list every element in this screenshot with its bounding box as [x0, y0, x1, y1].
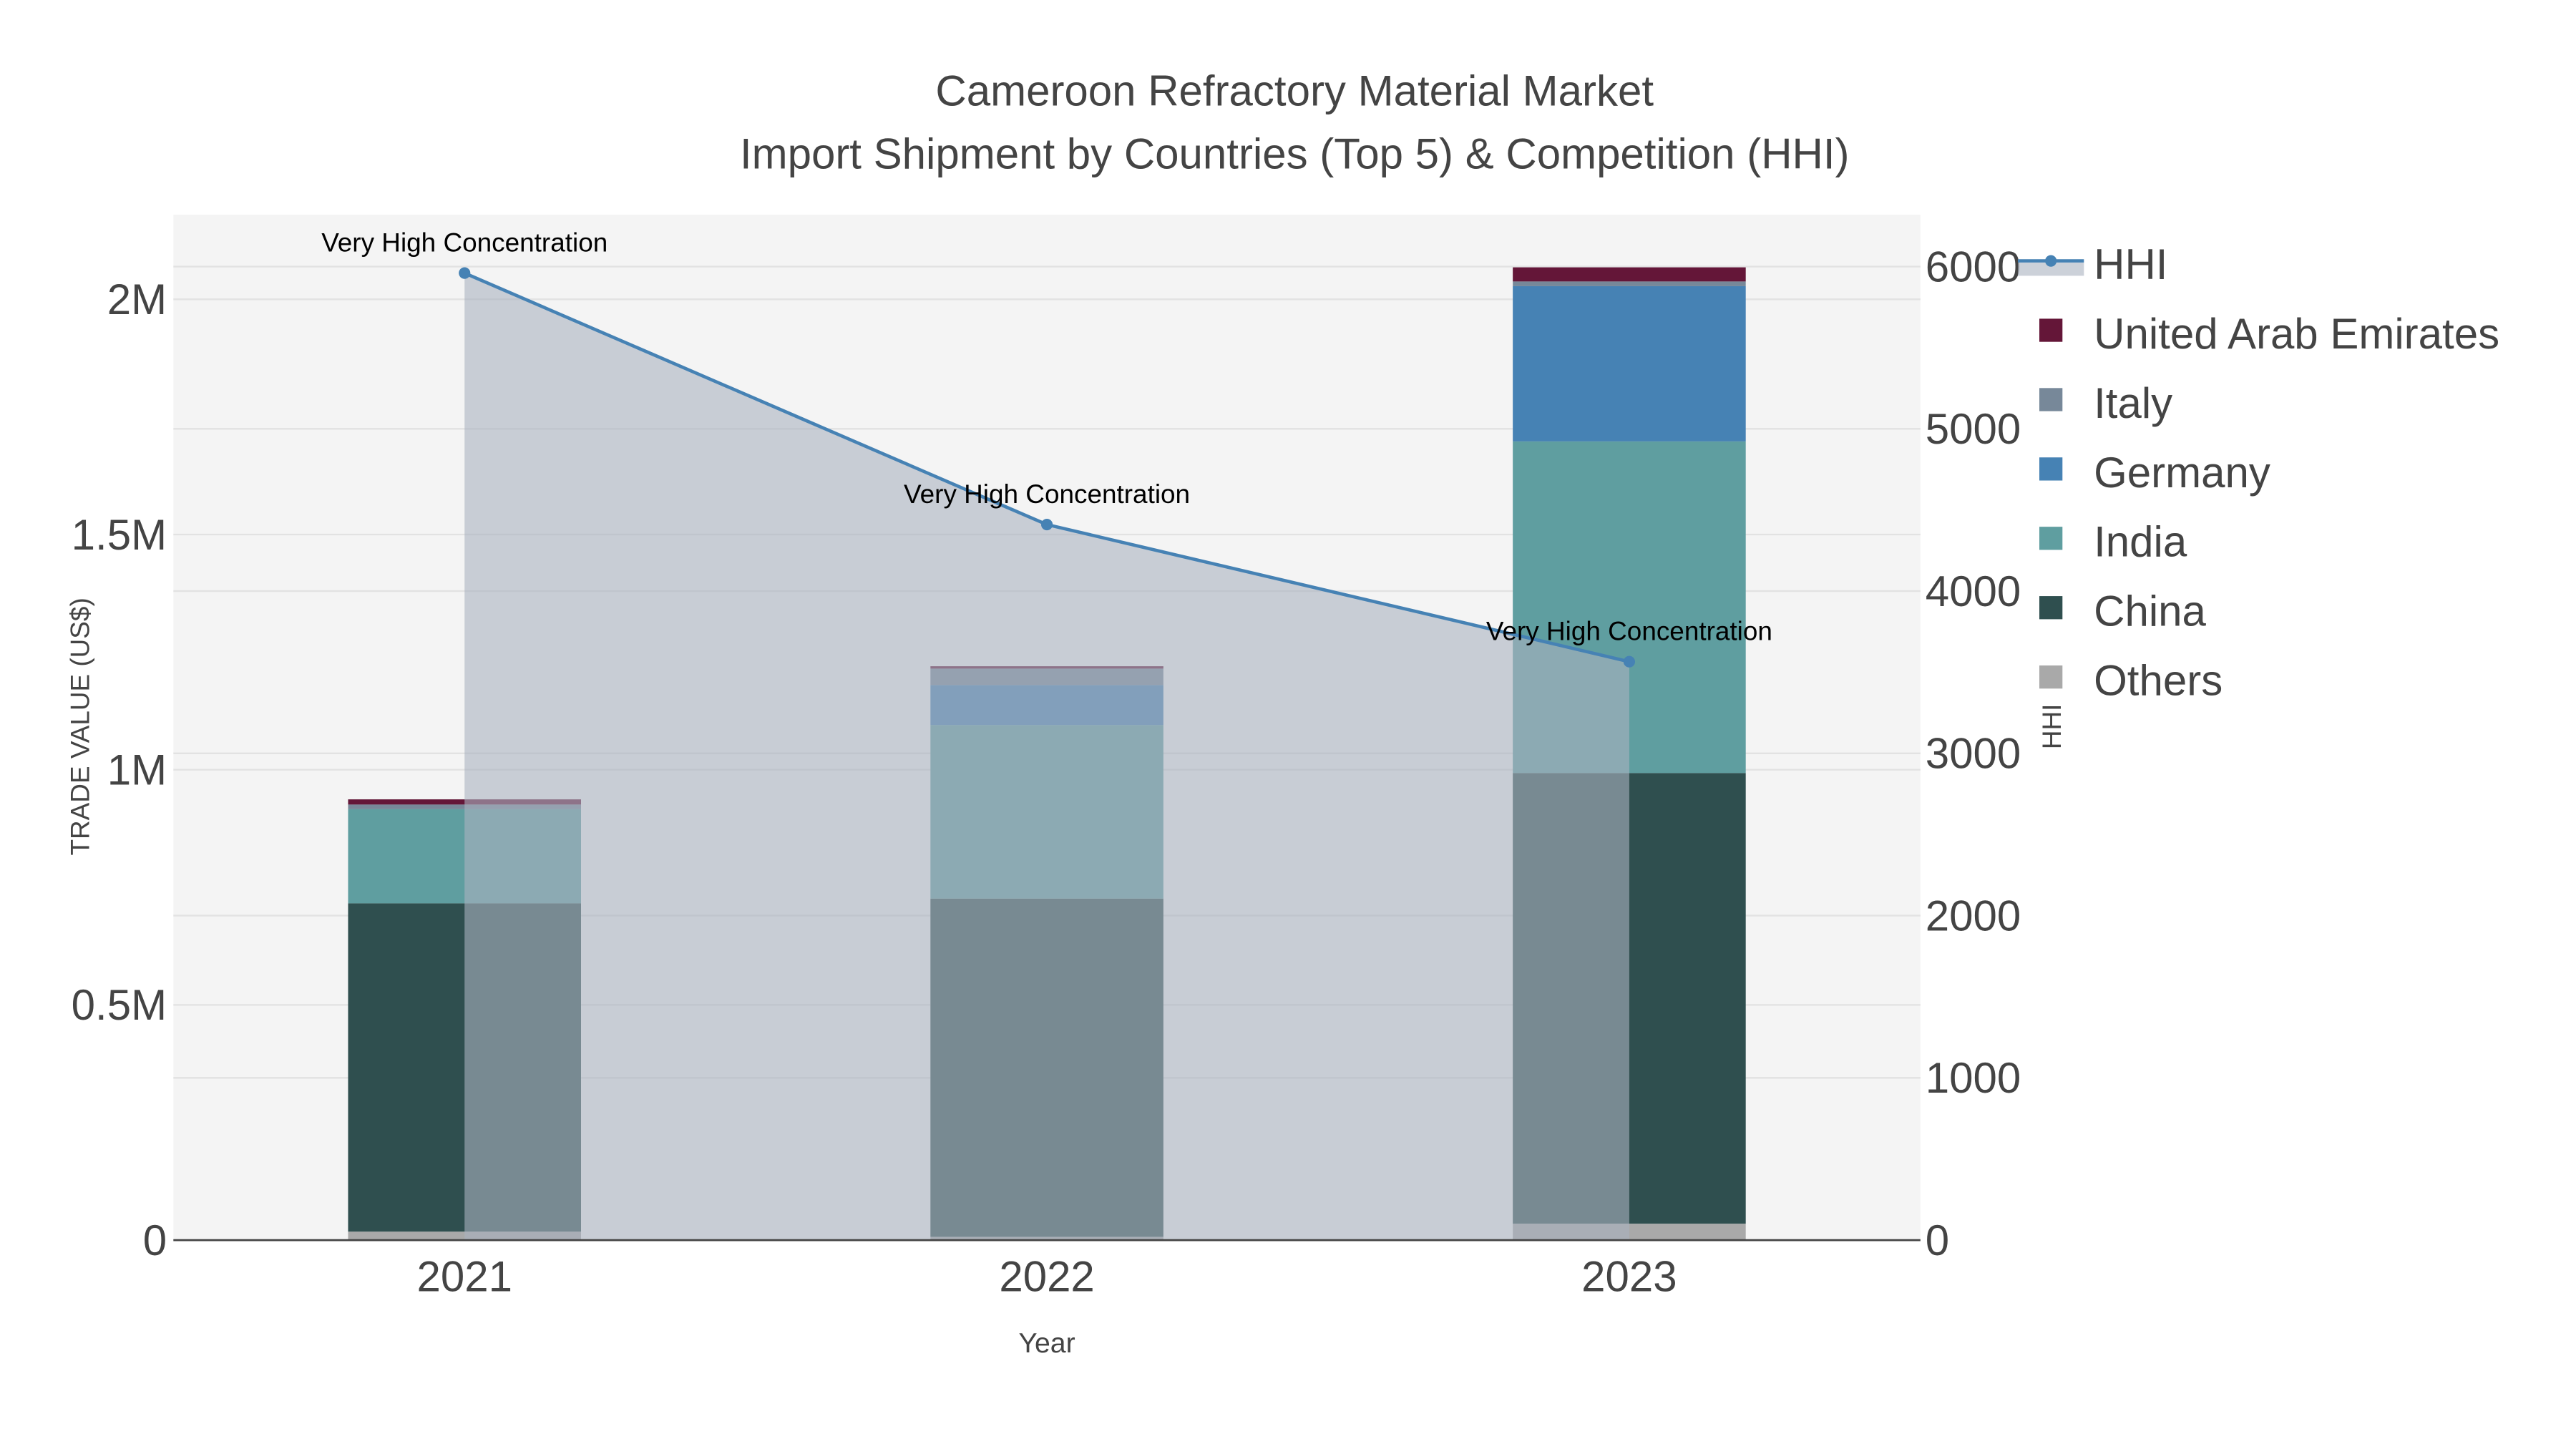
legend-swatch: [2039, 457, 2063, 481]
y-tick-label: 0.5M: [72, 981, 167, 1029]
y2-tick-label: 4000: [1926, 567, 2021, 615]
legend-swatch: [2039, 318, 2063, 342]
chart-subtitle: Import Shipment by Countries (Top 5) & C…: [740, 130, 1850, 177]
legend-label: India: [2094, 518, 2187, 566]
legend-label: Italy: [2094, 379, 2172, 427]
legend-item-china[interactable]: China: [2039, 587, 2207, 635]
x-tick-label: 2022: [999, 1253, 1094, 1301]
y2-tick-label: 6000: [1926, 243, 2021, 291]
legend-item-others[interactable]: Others: [2039, 657, 2223, 705]
legend-label: United Arab Emirates: [2094, 310, 2499, 358]
legend-item-united-arab-emirates[interactable]: United Arab Emirates: [2039, 310, 2499, 358]
chart-title: Cameroon Refractory Material Market: [935, 67, 1654, 115]
y2-tick-label: 0: [1926, 1216, 1949, 1264]
x-axis-label: Year: [1018, 1327, 1075, 1359]
y-axis-label: TRADE VALUE (US$): [66, 597, 95, 855]
hhi-annotation: Very High Concentration: [904, 479, 1190, 509]
legend-swatch: [2039, 665, 2063, 689]
legend-item-hhi[interactable]: HHI: [2017, 240, 2167, 288]
legend-swatch-marker: [2045, 255, 2057, 267]
bar-germany-2023[interactable]: [1513, 286, 1746, 441]
y-tick-label: 0: [143, 1216, 167, 1264]
y-tick-label: 1.5M: [72, 511, 167, 559]
legend-swatch: [2039, 596, 2063, 620]
x-tick-label: 2023: [1581, 1253, 1677, 1301]
chart: Cameroon Refractory Material Market Impo…: [66, 67, 2499, 1359]
legend-label: Germany: [2094, 449, 2270, 497]
hhi-point[interactable]: [1623, 655, 1635, 668]
legend-swatch: [2039, 527, 2063, 550]
legend-label: HHI: [2094, 240, 2167, 288]
y-tick-label: 1M: [107, 746, 167, 794]
legend-item-india[interactable]: India: [2039, 518, 2187, 566]
hhi-point[interactable]: [1041, 519, 1053, 531]
hhi-annotation: Very High Concentration: [321, 228, 608, 258]
y2-tick-label: 5000: [1926, 405, 2021, 453]
hhi-point[interactable]: [459, 267, 471, 279]
y2-tick-label: 3000: [1926, 730, 2021, 778]
y-tick-label: 2M: [107, 275, 167, 323]
legend-item-italy[interactable]: Italy: [2039, 379, 2172, 427]
legend-label: China: [2094, 587, 2206, 635]
legend-item-germany[interactable]: Germany: [2039, 449, 2270, 497]
legend-swatch: [2039, 388, 2063, 411]
y2-axis-label: HHI: [2037, 704, 2067, 750]
legend-label: Others: [2094, 657, 2223, 705]
x-tick-label: 2021: [416, 1253, 512, 1301]
y2-tick-label: 1000: [1926, 1054, 2021, 1102]
bar-united-arab-emirates-2023[interactable]: [1513, 267, 1746, 282]
bar-italy-2023[interactable]: [1513, 281, 1746, 286]
y2-tick-label: 2000: [1926, 892, 2021, 940]
hhi-annotation: Very High Concentration: [1486, 617, 1772, 646]
